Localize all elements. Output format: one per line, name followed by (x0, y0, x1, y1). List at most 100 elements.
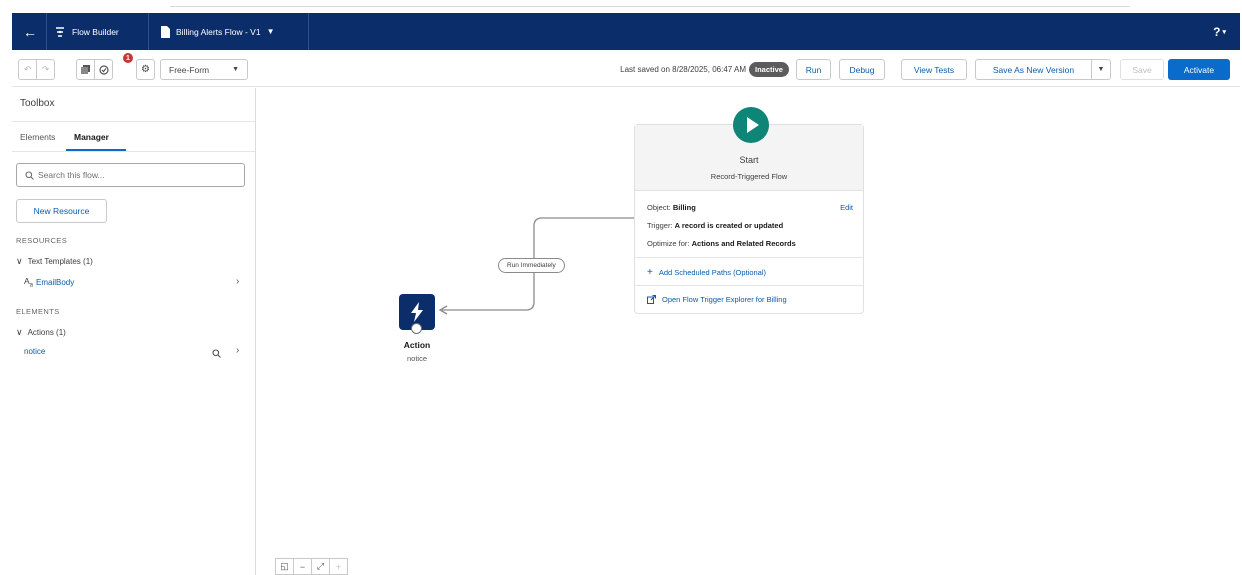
back-arrow-icon[interactable]: ← (20, 13, 40, 50)
plus-icon: + (647, 267, 653, 278)
resource-item-emailbody[interactable]: Aa EmailBody (24, 276, 74, 289)
error-check-icon (98, 64, 109, 75)
start-element[interactable]: Start Record-Triggered Flow Object: Bill… (634, 107, 864, 314)
chevron-right-icon[interactable]: › (236, 276, 239, 287)
fit-icon: ◱ (280, 561, 289, 571)
external-link-icon (647, 295, 656, 304)
header-divider (148, 13, 149, 50)
status-badge: Inactive (749, 62, 789, 77)
last-saved-text: Last saved on 8/28/2025, 06:47 AM (620, 65, 746, 74)
trigger-label: Trigger: (647, 221, 673, 230)
search-placeholder: Search this flow... (38, 170, 105, 180)
zoom-to-fit-button[interactable]: ◱ (275, 558, 294, 575)
elements-heading: ELEMENTS (16, 307, 60, 316)
copy-button[interactable] (76, 59, 95, 80)
resource-item-label: EmailBody (36, 277, 75, 287)
search-icon (25, 170, 34, 180)
new-resource-button[interactable]: New Resource (16, 199, 107, 223)
object-row: Object: Billing (647, 203, 696, 212)
start-subtitle: Record-Triggered Flow (710, 172, 788, 181)
text-template-icon: Aa (24, 276, 34, 289)
layout-mode-select[interactable]: Free-Form ▼ (160, 59, 248, 80)
start-title: Start (739, 155, 759, 165)
debug-button[interactable]: Debug (839, 59, 885, 80)
gear-icon: ⚙ (141, 64, 150, 75)
tab-manager[interactable]: Manager (74, 132, 109, 142)
add-scheduled-paths-link[interactable]: + Add Scheduled Paths (Optional) (647, 267, 766, 278)
text-templates-label: Text Templates (1) (27, 257, 93, 266)
optimize-row: Optimize for: Actions and Related Record… (647, 239, 796, 248)
text-templates-group[interactable]: ∨ Text Templates (1) (16, 256, 93, 267)
help-label: ? (1213, 24, 1221, 39)
toolbox-panel: Toolbox Elements Manager Search this flo… (12, 88, 256, 575)
start-header: Start Record-Triggered Flow (635, 107, 863, 191)
error-count-badge: 1 (123, 53, 133, 63)
flow-name-menu[interactable]: Billing Alerts Flow - V1 ▼ (160, 13, 274, 50)
open-trigger-explorer-link[interactable]: Open Flow Trigger Explorer for Billing (647, 295, 787, 304)
redo-button[interactable]: ↷ (36, 59, 55, 80)
save-as-new-version-button[interactable]: Save As New Version (975, 59, 1092, 80)
divider (12, 151, 255, 152)
action-subtitle: notice (406, 354, 427, 363)
app-name: Flow Builder (72, 26, 119, 37)
optimize-value: Actions and Related Records (691, 239, 796, 248)
chevron-right-icon[interactable]: › (236, 345, 239, 356)
object-label: Object: (647, 203, 671, 212)
chevron-down-icon: ∨ (16, 327, 23, 337)
activate-button[interactable]: Activate (1168, 59, 1230, 80)
actions-group[interactable]: ∨ Actions (1) (16, 327, 66, 338)
run-immediately-connector-label[interactable]: Run Immediately (498, 258, 565, 273)
save-button[interactable]: Save (1120, 59, 1164, 80)
run-button[interactable]: Run (796, 59, 831, 80)
flow-icon (56, 26, 64, 37)
actions-group-label: Actions (1) (27, 328, 66, 337)
zoom-out-button[interactable]: − (293, 558, 312, 575)
help-menu-button[interactable]: ? ▾ (1213, 13, 1226, 50)
undo-icon: ↶ (23, 64, 32, 74)
app-header: ← Flow Builder Billing Alerts Flow - V1 … (12, 13, 1240, 50)
expand-icon: ⤢ (316, 561, 325, 571)
chevron-down-icon: ∨ (16, 256, 23, 266)
object-value: Billing (672, 203, 696, 212)
header-divider (46, 13, 47, 50)
edit-link[interactable]: Edit (840, 203, 853, 212)
document-icon (161, 25, 170, 38)
chevron-down-icon: ▼ (266, 27, 275, 36)
element-item-notice[interactable]: notice (24, 347, 45, 356)
view-tests-button[interactable]: View Tests (901, 59, 967, 80)
lightning-icon (411, 302, 423, 322)
tab-elements[interactable]: Elements (20, 132, 55, 142)
layout-mode-value: Free-Form (169, 64, 210, 75)
flow-canvas[interactable]: Run Immediately Start Record-Triggered F… (257, 88, 1240, 575)
chevron-down-icon: ▼ (1097, 66, 1105, 73)
chevron-down-icon: ▼ (232, 66, 239, 73)
copy-icon (81, 65, 90, 74)
minus-icon: − (299, 561, 306, 572)
zoom-in-button[interactable]: + (329, 558, 348, 575)
save-options-dropdown[interactable]: ▼ (1091, 59, 1111, 80)
optimize-label: Optimize for: (647, 239, 690, 248)
errors-warnings-button[interactable] (94, 59, 113, 80)
flow-name: Billing Alerts Flow - V1 (176, 26, 261, 37)
divider (12, 121, 255, 122)
trigger-explorer-label: Open Flow Trigger Explorer for Billing (662, 295, 787, 304)
resources-heading: RESOURCES (16, 236, 68, 245)
plus-icon: + (335, 561, 342, 572)
start-badge (733, 107, 769, 143)
scheduled-paths-label: Add Scheduled Paths (Optional) (658, 268, 766, 277)
top-border-line (170, 6, 1130, 7)
settings-button[interactable]: ⚙ (136, 59, 155, 80)
chevron-down-icon: ▾ (1222, 28, 1226, 36)
search-icon[interactable] (212, 349, 221, 358)
redo-icon: ↷ (41, 64, 50, 74)
header-divider (308, 13, 309, 50)
action-title: Action (403, 340, 431, 350)
action-connector-port[interactable] (411, 323, 422, 334)
expand-button[interactable]: ⤢ (311, 558, 330, 575)
element-item-label: notice (24, 347, 46, 356)
trigger-row: Trigger: A record is created or updated (647, 221, 783, 230)
divider (635, 285, 863, 286)
search-input[interactable]: Search this flow... (16, 163, 245, 187)
play-icon (747, 117, 759, 133)
undo-button[interactable]: ↶ (18, 59, 37, 80)
